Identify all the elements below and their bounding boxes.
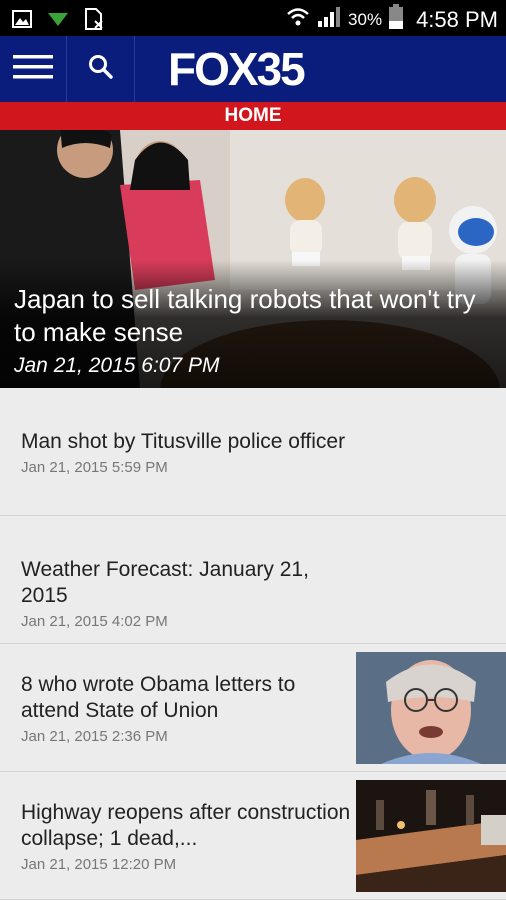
signal-icon — [316, 6, 342, 33]
sim-card-icon — [84, 8, 104, 35]
story-title[interactable]: Man shot by Titusville police officer — [21, 429, 351, 455]
list-item[interactable]: Highway reopens after construction colla… — [0, 772, 506, 900]
hero-story[interactable]: Japan to sell talking robots that won't … — [0, 130, 506, 388]
hero-date: Jan 21, 2015 6:07 PM — [14, 354, 220, 377]
search-icon — [88, 54, 114, 85]
hero-title[interactable]: Japan to sell talking robots that won't … — [14, 283, 494, 349]
list-item[interactable]: Weather Forecast: January 21, 2015 Jan 2… — [0, 516, 506, 644]
section-banner: HOME — [0, 102, 506, 130]
story-thumbnail[interactable] — [356, 780, 506, 892]
wifi-icon — [286, 6, 310, 33]
menu-icon — [13, 54, 53, 85]
story-date: Jan 21, 2015 2:36 PM — [21, 728, 168, 745]
download-icon — [46, 10, 70, 33]
fox35-logo[interactable]: FOX35 — [168, 44, 338, 94]
status-bar: 30% 4:58 PM — [0, 0, 506, 36]
story-title[interactable]: Weather Forecast: January 21, 2015 — [21, 557, 351, 609]
clock: 4:58 PM — [416, 6, 498, 32]
story-date: Jan 21, 2015 5:59 PM — [21, 459, 168, 476]
story-thumbnail[interactable] — [356, 652, 506, 764]
image-icon — [12, 10, 32, 33]
list-item[interactable]: Man shot by Titusville police officer Ja… — [0, 388, 506, 516]
story-date: Jan 21, 2015 12:20 PM — [21, 856, 177, 873]
battery-icon — [388, 4, 404, 35]
story-title[interactable]: Highway reopens after construction colla… — [21, 800, 351, 852]
notification-icons — [12, 8, 104, 35]
app-header: FOX35 — [0, 36, 506, 102]
menu-button[interactable] — [0, 36, 67, 102]
story-date: Jan 21, 2015 4:02 PM — [21, 613, 168, 630]
search-button[interactable] — [68, 36, 135, 102]
battery-percent: 30% — [348, 9, 383, 29]
story-title[interactable]: 8 who wrote Obama letters to attend Stat… — [21, 672, 351, 724]
list-item[interactable]: 8 who wrote Obama letters to attend Stat… — [0, 644, 506, 772]
